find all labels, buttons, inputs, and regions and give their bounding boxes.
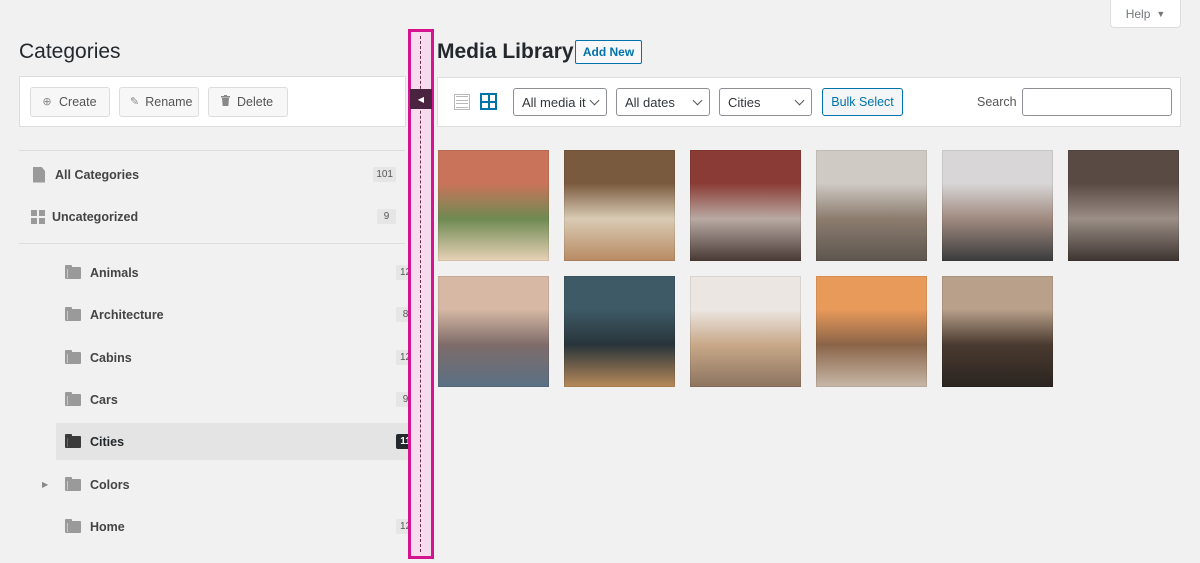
rename-button[interactable]: ✎ Rename — [119, 86, 199, 117]
folder-item[interactable]: Architecture 8 — [56, 296, 424, 333]
media-thumbnail[interactable] — [690, 150, 801, 261]
media-thumbnail[interactable] — [438, 150, 549, 261]
delete-label: Delete — [237, 94, 274, 109]
tree-item-label: All Categories — [55, 167, 140, 182]
folder-icon — [65, 264, 81, 279]
resize-guide-line — [420, 36, 421, 552]
add-new-button[interactable]: Add New — [575, 40, 642, 64]
media-library-page: Help ▼ Categories ⊕ Create ✎ Rename Dele… — [0, 0, 1200, 563]
plus-circle-icon: ⊕ — [42, 96, 52, 108]
folder-item[interactable]: Animals 12 — [56, 254, 424, 291]
media-thumbnail[interactable] — [564, 276, 675, 387]
page-title: Media Library — [437, 40, 574, 63]
folder-item-active[interactable]: Cities 11 — [56, 423, 424, 460]
chevron-down-icon — [794, 95, 805, 106]
media-thumbnail[interactable] — [942, 150, 1053, 261]
separator — [19, 150, 405, 151]
help-label: Help — [1125, 6, 1151, 21]
folder-label: Architecture — [90, 307, 164, 322]
categories-title: Categories — [19, 40, 121, 63]
media-type-select[interactable]: All media it — [513, 88, 607, 116]
folder-item[interactable]: Cars 9 — [56, 381, 424, 418]
count-badge: 9 — [377, 209, 396, 224]
media-thumbnail[interactable] — [816, 150, 927, 261]
grid-view-icon[interactable] — [480, 93, 497, 110]
media-thumbnail[interactable] — [438, 276, 549, 387]
document-icon — [33, 166, 45, 183]
folder-label: Animals — [90, 265, 139, 280]
media-thumbnail[interactable] — [942, 276, 1053, 387]
folder-label: Cabins — [90, 350, 132, 365]
create-label: Create — [59, 94, 97, 109]
separator — [19, 243, 405, 244]
date-filter-select[interactable]: All dates — [616, 88, 710, 116]
pencil-icon: ✎ — [130, 96, 140, 108]
count-badge: 101 — [373, 167, 396, 182]
folder-label: Home — [90, 519, 125, 534]
expand-arrow-icon[interactable]: ▶ — [42, 480, 48, 489]
tree-item-uncategorized[interactable]: Uncategorized 9 — [31, 198, 405, 235]
search-label: Search — [977, 95, 1017, 109]
folder-item[interactable]: Cabins 12 — [56, 339, 424, 376]
media-thumbnail[interactable] — [1068, 150, 1179, 261]
date-filter-value: All dates — [625, 94, 675, 110]
category-filter-select[interactable]: Cities — [719, 88, 812, 116]
media-type-value: All media it — [522, 94, 586, 110]
trash-icon — [219, 94, 231, 109]
grid-icon — [31, 209, 45, 224]
media-toolbar: All media it All dates Cities Bulk Selec… — [437, 77, 1181, 127]
rename-label: Rename — [145, 94, 193, 109]
bulk-select-button[interactable]: Bulk Select — [822, 88, 903, 116]
list-view-icon[interactable] — [454, 94, 470, 110]
folder-icon — [65, 391, 81, 406]
folder-label: Cars — [90, 392, 118, 407]
folder-icon — [65, 518, 81, 533]
folder-label: Colors — [90, 477, 130, 492]
caret-down-icon: ▼ — [1156, 8, 1166, 19]
folder-icon — [65, 349, 81, 364]
media-thumbnail[interactable] — [816, 276, 927, 387]
create-button[interactable]: ⊕ Create — [30, 86, 110, 117]
media-thumbnail[interactable] — [564, 150, 675, 261]
folder-item[interactable]: ▶ Colors — [42, 466, 424, 503]
folder-icon — [65, 306, 81, 321]
collapse-panel-button[interactable]: ◀ — [410, 89, 432, 109]
delete-button[interactable]: Delete — [208, 86, 288, 117]
folder-label: Cities — [90, 434, 125, 449]
help-tab[interactable]: Help ▼ — [1110, 0, 1181, 28]
folder-icon — [65, 433, 81, 448]
chevron-down-icon — [589, 95, 600, 106]
chevron-down-icon — [692, 95, 703, 106]
search-input[interactable] — [1022, 88, 1172, 116]
caret-left-icon: ◀ — [417, 94, 425, 104]
folder-item[interactable]: Home 12 — [56, 508, 424, 545]
categories-toolbar: ⊕ Create ✎ Rename Delete — [19, 76, 406, 127]
tree-item-label: Uncategorized — [52, 209, 139, 224]
media-thumbnail[interactable] — [690, 276, 801, 387]
folder-icon — [65, 476, 81, 491]
category-filter-value: Cities — [728, 94, 761, 110]
tree-item-all-categories[interactable]: All Categories 101 — [31, 156, 405, 193]
